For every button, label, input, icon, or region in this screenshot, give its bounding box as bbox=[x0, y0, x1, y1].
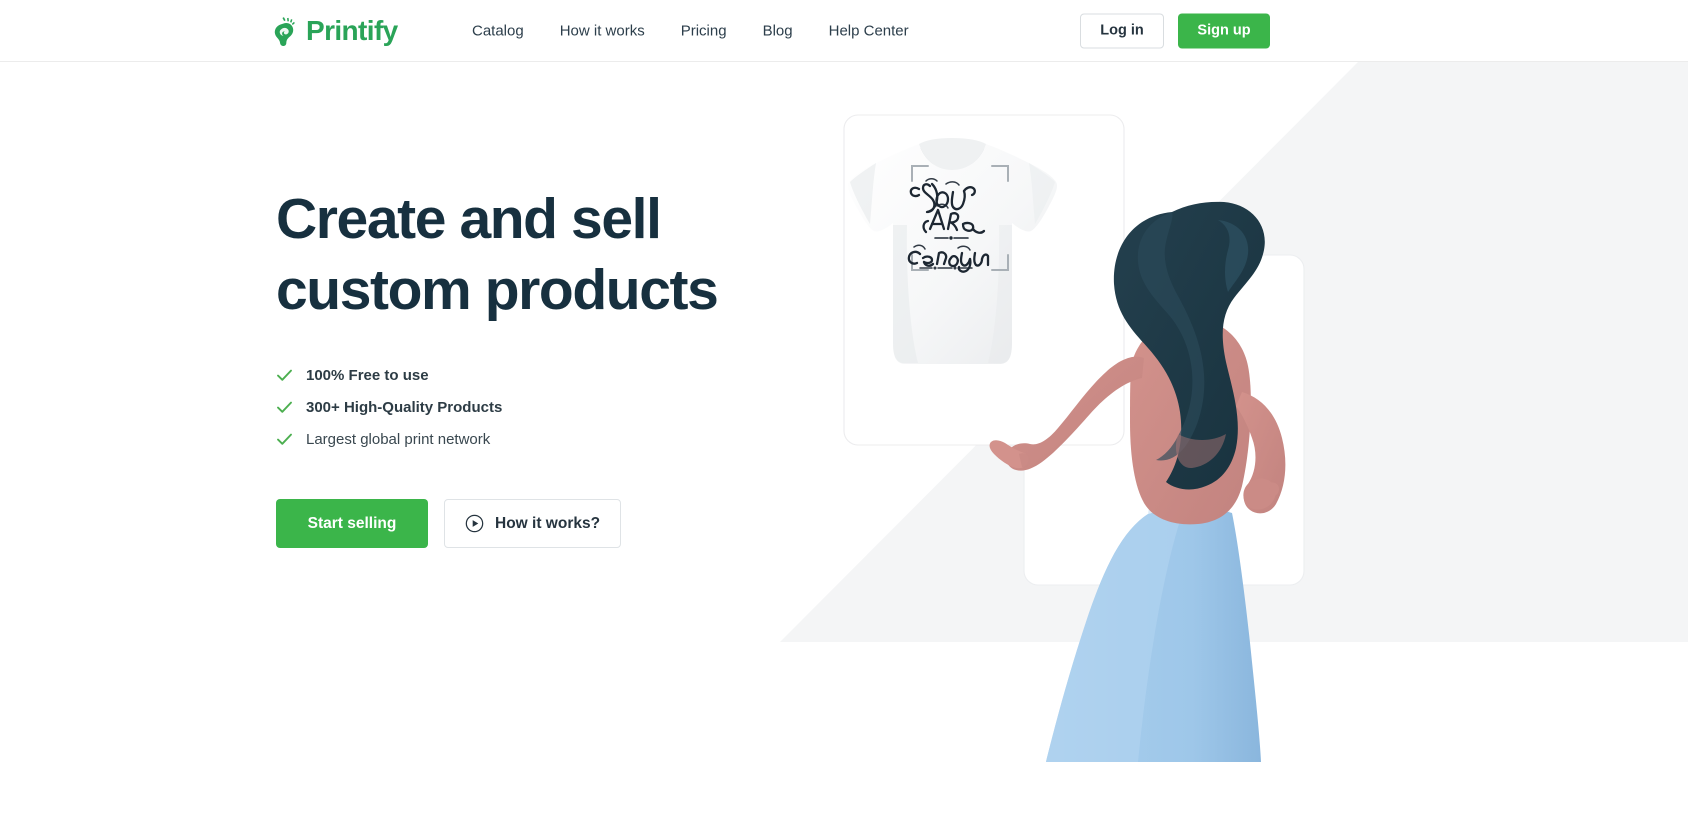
hero-cta-group: Start selling How it works? bbox=[276, 499, 836, 549]
hero-feature-list: 100% Free to use 300+ High-Quality Produ… bbox=[276, 359, 836, 455]
how-it-works-button-label: How it works? bbox=[495, 514, 601, 532]
printify-logo[interactable]: Printify bbox=[272, 16, 398, 46]
hero-title: Create and sell custom products bbox=[276, 184, 836, 325]
list-item: Largest global print network bbox=[276, 423, 836, 455]
primary-navigation: Catalog How it works Pricing Blog Help C… bbox=[472, 23, 927, 38]
list-item: 100% Free to use bbox=[276, 359, 836, 391]
hero-title-line-1: Create and sell bbox=[276, 187, 662, 251]
feature-label: 100% Free to use bbox=[306, 366, 429, 384]
sign-up-button[interactable]: Sign up bbox=[1178, 13, 1270, 48]
log-in-button[interactable]: Log in bbox=[1080, 13, 1164, 48]
hero-title-line-2: custom products bbox=[276, 257, 719, 322]
nav-link-help-center[interactable]: Help Center bbox=[811, 23, 927, 38]
feature-label: Largest global print network bbox=[306, 430, 491, 448]
check-icon bbox=[276, 431, 293, 448]
nav-link-pricing[interactable]: Pricing bbox=[663, 23, 745, 38]
hero-section: Create and sell custom products 100% Fre… bbox=[0, 62, 1688, 826]
hero-copy-block: Create and sell custom products 100% Fre… bbox=[276, 184, 836, 549]
list-item: 300+ High-Quality Products bbox=[276, 391, 836, 423]
nav-link-blog[interactable]: Blog bbox=[745, 23, 811, 38]
header-actions: Log in Sign up bbox=[1080, 13, 1270, 48]
feature-label: 300+ High-Quality Products bbox=[306, 398, 503, 416]
site-header: Printify Catalog How it works Pricing Bl… bbox=[0, 0, 1688, 62]
start-selling-button[interactable]: Start selling bbox=[276, 499, 428, 549]
printify-hand-logo-icon bbox=[272, 16, 299, 46]
check-icon bbox=[276, 367, 293, 384]
play-circle-icon bbox=[465, 514, 484, 533]
nav-link-catalog[interactable]: Catalog bbox=[472, 23, 542, 38]
printify-landing-page: Printify Catalog How it works Pricing Bl… bbox=[0, 0, 1688, 826]
nav-link-how-it-works[interactable]: How it works bbox=[542, 23, 663, 38]
how-it-works-button[interactable]: How it works? bbox=[444, 499, 622, 549]
logo-wordmark: Printify bbox=[306, 14, 398, 46]
woman-pointing-at-tshirt-illustration bbox=[780, 62, 1688, 762]
check-icon bbox=[276, 399, 293, 416]
